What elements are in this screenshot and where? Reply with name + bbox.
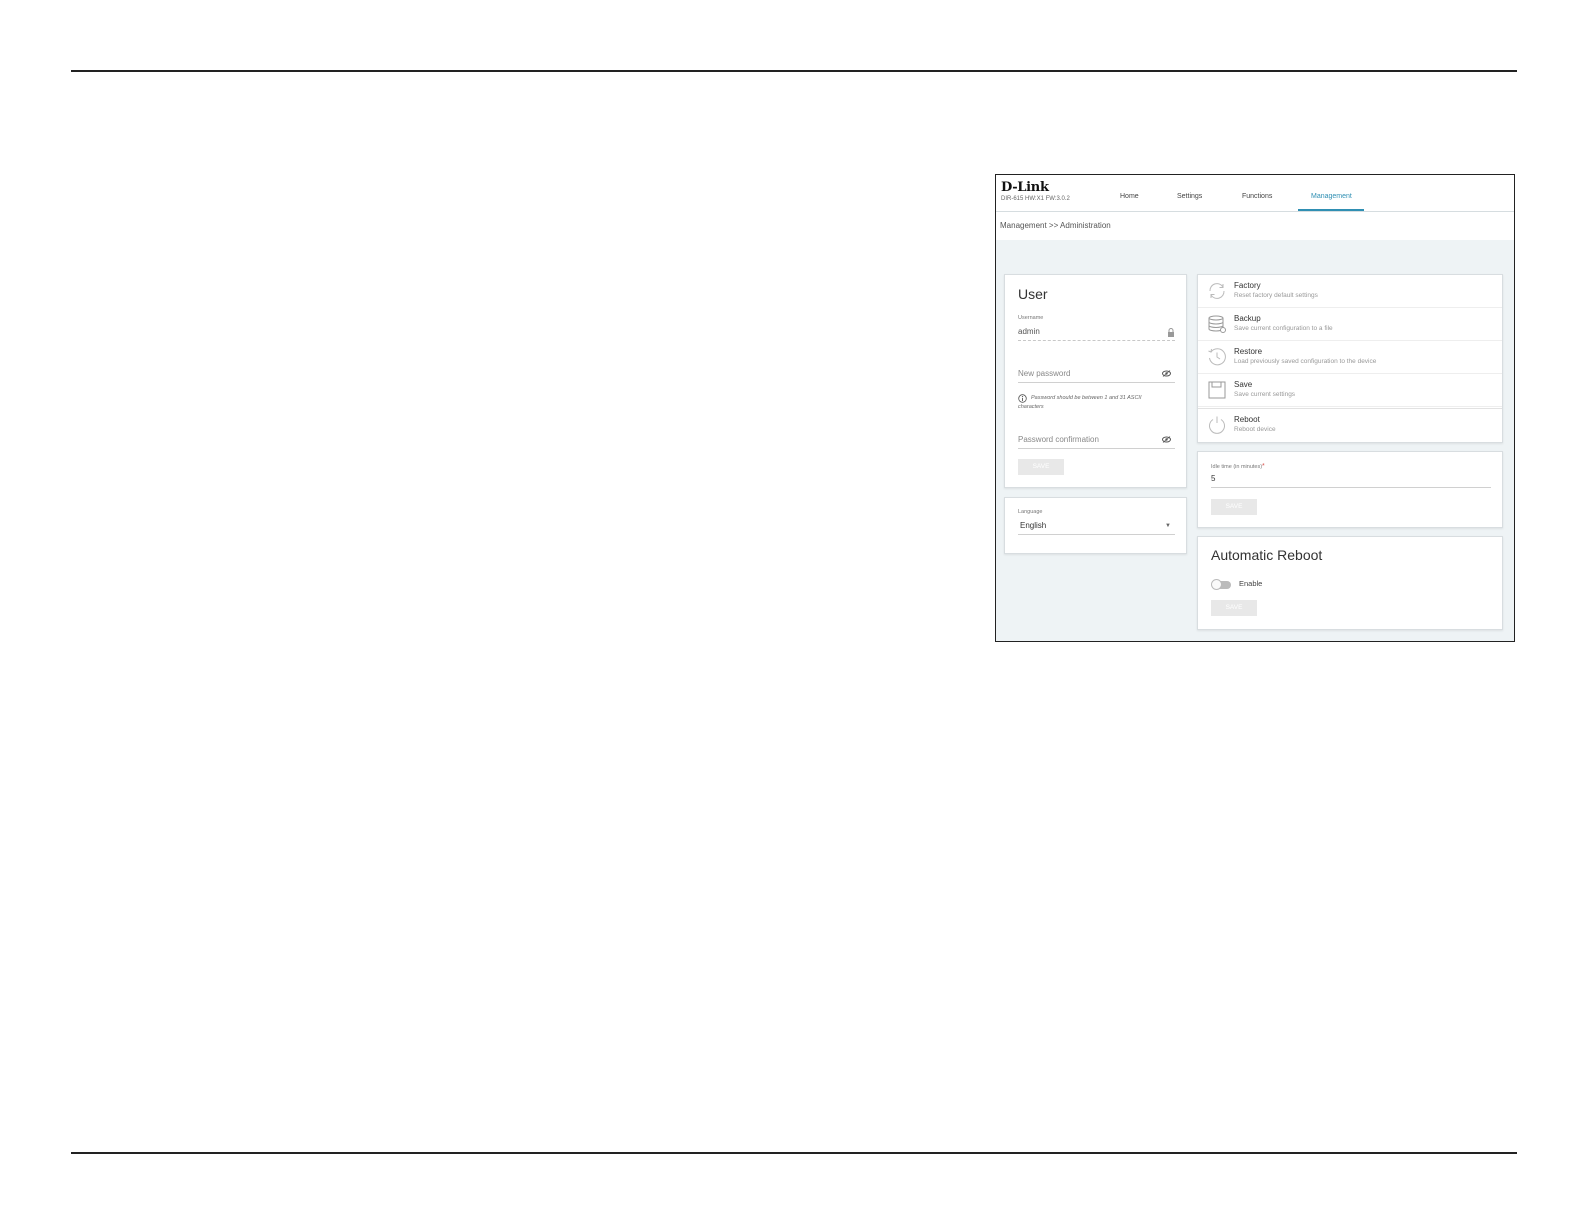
list-item-backup[interactable]: Backup Save current configuration to a f…	[1198, 308, 1502, 341]
reboot-subtitle: Reboot device	[1234, 426, 1276, 433]
enable-label: Enable	[1239, 579, 1263, 588]
bottom-rule	[71, 1152, 1517, 1154]
restore-subtitle: Load previously saved configuration to t…	[1234, 358, 1377, 365]
power-icon	[1207, 415, 1227, 435]
firmware-info: DIR-615 HW:X1 FW:3.0.2	[1001, 196, 1070, 202]
actions-card: Factory Reset factory default settings B…	[1197, 274, 1503, 443]
password-confirmation-underline	[1018, 448, 1175, 449]
idle-time-field[interactable]: 5	[1211, 474, 1215, 483]
breadcrumb: Management >> Administration	[1000, 221, 1111, 230]
save-subtitle: Save current settings	[1234, 391, 1296, 398]
dlink-logo: D-Link	[1001, 180, 1049, 195]
restore-title: Restore	[1234, 347, 1263, 356]
automatic-reboot-card: Automatic Reboot Enable SAVE	[1197, 536, 1503, 630]
idle-time-underline	[1211, 487, 1491, 488]
top-bar: D-Link DIR-615 HW:X1 FW:3.0.2 Home Setti…	[996, 175, 1514, 212]
eye-off-icon[interactable]	[1162, 436, 1171, 445]
nav-active-indicator	[1298, 209, 1364, 211]
backup-title: Backup	[1234, 314, 1261, 323]
toggle-knob	[1211, 579, 1222, 590]
idle-time-card: Idle time (in minutes)* 5 SAVE	[1197, 451, 1503, 528]
reboot-title: Reboot	[1234, 415, 1260, 424]
list-item-save[interactable]: Save Save current settings	[1198, 374, 1502, 407]
backup-subtitle: Save current configuration to a file	[1234, 325, 1333, 332]
lock-icon	[1167, 328, 1175, 339]
breadcrumb-bar: Management >> Administration	[996, 212, 1514, 240]
password-confirmation-field[interactable]: Password confirmation	[1018, 435, 1099, 444]
save-icon	[1207, 380, 1227, 400]
database-icon	[1207, 314, 1227, 334]
nav-home[interactable]: Home	[1120, 193, 1139, 200]
factory-subtitle: Reset factory default settings	[1234, 292, 1318, 299]
language-select[interactable]: English	[1020, 521, 1046, 530]
list-item-reboot[interactable]: Reboot Reboot device	[1198, 408, 1502, 441]
router-admin-screenshot: D-Link DIR-615 HW:X1 FW:3.0.2 Home Setti…	[995, 174, 1515, 642]
idle-save-button[interactable]: SAVE	[1211, 499, 1257, 515]
language-label: Language	[1018, 509, 1043, 515]
password-hint: Password should be between 1 and 31 ASCI…	[1018, 395, 1142, 410]
user-save-button[interactable]: SAVE	[1018, 459, 1064, 475]
eye-off-icon[interactable]	[1162, 370, 1171, 379]
list-item-factory[interactable]: Factory Reset factory default settings	[1198, 275, 1502, 308]
username-label: Username	[1018, 315, 1044, 321]
nav-settings[interactable]: Settings	[1177, 193, 1202, 200]
new-password-underline	[1018, 382, 1175, 383]
language-underline	[1018, 534, 1175, 535]
idle-time-label: Idle time (in minutes)*	[1211, 463, 1265, 470]
history-icon	[1207, 347, 1227, 367]
top-rule	[71, 70, 1517, 72]
factory-title: Factory	[1234, 281, 1261, 290]
username-underline	[1018, 340, 1175, 341]
chevron-down-icon[interactable]: ▼	[1165, 523, 1171, 529]
user-card: User Username admin New password Passwor…	[1004, 274, 1187, 488]
refresh-icon	[1207, 281, 1227, 301]
new-password-field[interactable]: New password	[1018, 369, 1070, 378]
save-title: Save	[1234, 380, 1253, 389]
language-card: Language English ▼	[1004, 497, 1187, 554]
nav-management[interactable]: Management	[1311, 193, 1352, 200]
required-mark: *	[1262, 463, 1265, 470]
user-card-title: User	[1018, 286, 1048, 302]
nav-functions[interactable]: Functions	[1242, 193, 1272, 200]
list-item-restore[interactable]: Restore Load previously saved configurat…	[1198, 341, 1502, 374]
auto-reboot-save-button[interactable]: SAVE	[1211, 600, 1257, 616]
enable-toggle[interactable]	[1211, 579, 1231, 590]
automatic-reboot-title: Automatic Reboot	[1211, 547, 1323, 563]
username-field: admin	[1018, 327, 1040, 336]
